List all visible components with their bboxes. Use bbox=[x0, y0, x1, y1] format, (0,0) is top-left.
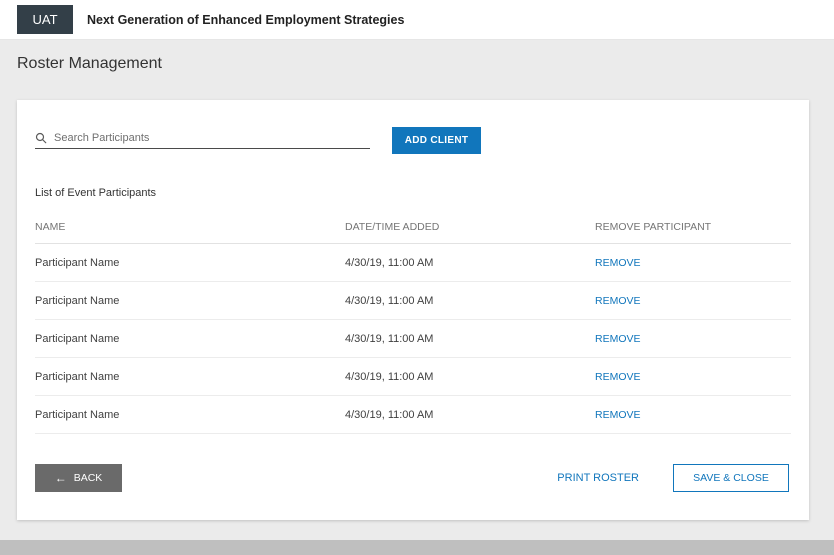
top-bar: UAT Next Generation of Enhanced Employme… bbox=[0, 0, 834, 40]
column-header-datetime-added: DATE/TIME ADDED bbox=[345, 221, 595, 233]
cell-participant-name: Participant Name bbox=[35, 371, 345, 383]
roster-card: ADD CLIENT List of Event Participants NA… bbox=[17, 100, 809, 520]
cell-participant-name: Participant Name bbox=[35, 295, 345, 307]
remove-link[interactable]: REMOVE bbox=[595, 409, 641, 421]
save-close-button[interactable]: SAVE & CLOSE bbox=[673, 464, 789, 492]
table-row: Participant Name 4/30/19, 11:00 AM REMOV… bbox=[35, 358, 791, 396]
table-row: Participant Name 4/30/19, 11:00 AM REMOV… bbox=[35, 282, 791, 320]
cell-participant-name: Participant Name bbox=[35, 333, 345, 345]
card-footer: ← BACK PRINT ROSTER SAVE & CLOSE bbox=[35, 464, 791, 492]
page-title: Roster Management bbox=[17, 55, 162, 73]
bottom-strip bbox=[0, 540, 834, 555]
search-participants-input[interactable] bbox=[54, 132, 370, 144]
cell-participant-name: Participant Name bbox=[35, 257, 345, 269]
table-row: Participant Name 4/30/19, 11:00 AM REMOV… bbox=[35, 244, 791, 282]
app-title: Next Generation of Enhanced Employment S… bbox=[87, 13, 404, 27]
cell-datetime-added: 4/30/19, 11:00 AM bbox=[345, 295, 595, 307]
remove-link[interactable]: REMOVE bbox=[595, 295, 641, 307]
participants-table: NAME DATE/TIME ADDED REMOVE PARTICIPANT … bbox=[35, 211, 791, 434]
table-row: Participant Name 4/30/19, 11:00 AM REMOV… bbox=[35, 396, 791, 434]
search-icon bbox=[35, 132, 47, 144]
roster-management-page: UAT Next Generation of Enhanced Employme… bbox=[0, 0, 834, 555]
add-client-button[interactable]: ADD CLIENT bbox=[392, 127, 481, 154]
remove-link[interactable]: REMOVE bbox=[595, 371, 641, 383]
search-row: ADD CLIENT bbox=[35, 127, 791, 154]
cell-participant-name: Participant Name bbox=[35, 409, 345, 421]
print-roster-link[interactable]: PRINT ROSTER bbox=[557, 472, 639, 484]
back-button-label: BACK bbox=[74, 472, 103, 484]
cell-datetime-added: 4/30/19, 11:00 AM bbox=[345, 333, 595, 345]
column-header-remove-participant: REMOVE PARTICIPANT bbox=[595, 221, 791, 233]
footer-actions: PRINT ROSTER SAVE & CLOSE bbox=[557, 464, 791, 492]
list-caption: List of Event Participants bbox=[35, 187, 791, 199]
table-header-row: NAME DATE/TIME ADDED REMOVE PARTICIPANT bbox=[35, 211, 791, 244]
cell-datetime-added: 4/30/19, 11:00 AM bbox=[345, 371, 595, 383]
cell-datetime-added: 4/30/19, 11:00 AM bbox=[345, 257, 595, 269]
table-row: Participant Name 4/30/19, 11:00 AM REMOV… bbox=[35, 320, 791, 358]
search-field[interactable] bbox=[35, 132, 370, 149]
back-arrow-icon: ← bbox=[55, 472, 67, 484]
cell-datetime-added: 4/30/19, 11:00 AM bbox=[345, 409, 595, 421]
uat-environment-badge: UAT bbox=[17, 5, 73, 34]
column-header-name: NAME bbox=[35, 221, 345, 233]
remove-link[interactable]: REMOVE bbox=[595, 257, 641, 269]
remove-link[interactable]: REMOVE bbox=[595, 333, 641, 345]
back-button[interactable]: ← BACK bbox=[35, 464, 122, 492]
